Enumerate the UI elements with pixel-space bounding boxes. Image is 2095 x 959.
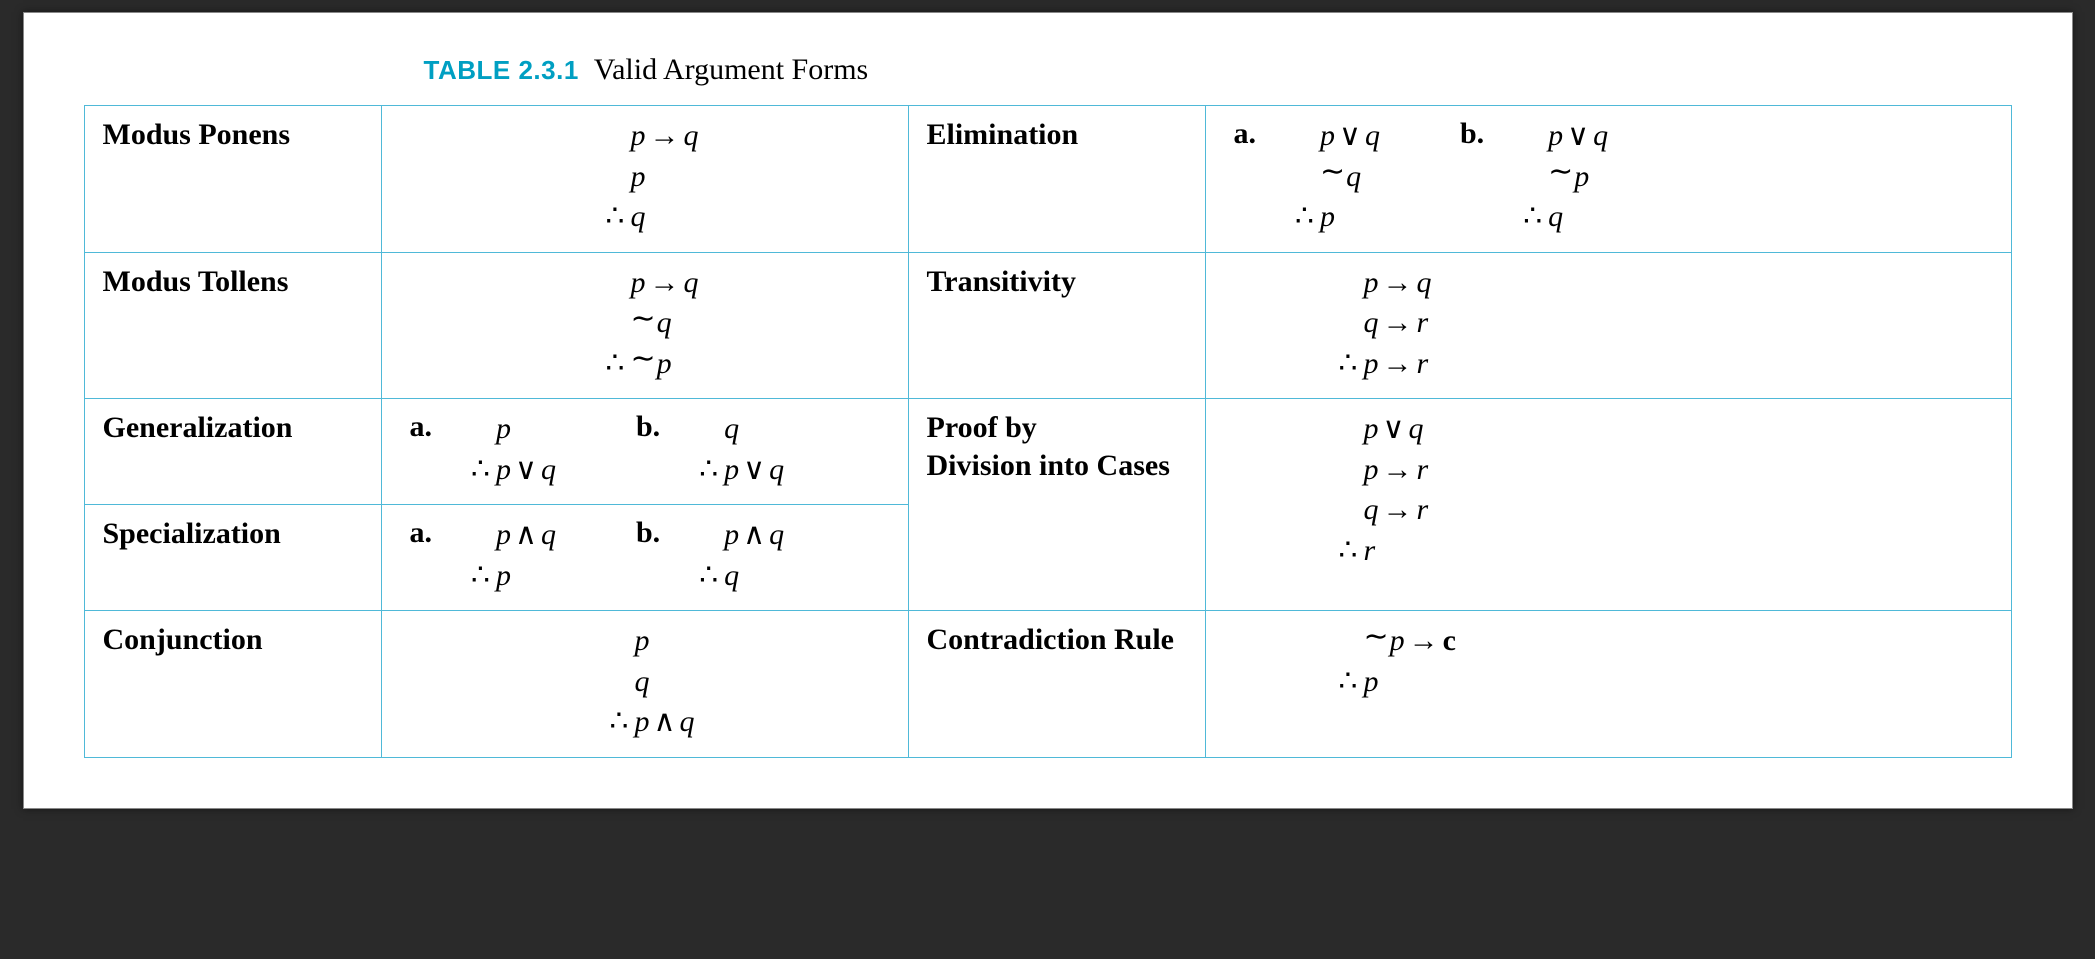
table-row: Conjunction p q ∴p∧q Contradiction Rule … [84, 611, 2011, 758]
table-row: Modus Tollens p→q ∼q ∴∼p Transitivity p→… [84, 252, 2011, 399]
table-title: Valid Argument Forms [594, 53, 868, 86]
rule-form-division: p∨q p→r q→r ∴r [1205, 399, 2011, 611]
rule-form-modus-tollens: p→q ∼q ∴∼p [381, 252, 908, 399]
sublabel-b: b. [636, 515, 660, 551]
page: TABLE 2.3.1 Valid Argument Forms Modus P… [23, 12, 2073, 809]
rule-name-elimination: Elimination [908, 106, 1205, 253]
sublabel-a: a. [410, 409, 433, 445]
sublabel-a: a. [410, 515, 433, 551]
sublabel-b: b. [1460, 116, 1484, 152]
rule-form-transitivity: p→q q→r ∴p→r [1205, 252, 2011, 399]
table-row: Modus Ponens p→q p ∴q Elimination a. p [84, 106, 2011, 253]
rule-form-elimination: a. p∨q ∼q ∴p b. p∨q ∼p ∴q [1205, 106, 2011, 253]
rule-form-contradiction: ∼p→c ∴p [1205, 611, 2011, 758]
rule-name-transitivity: Transitivity [908, 252, 1205, 399]
argument-forms-table: Modus Ponens p→q p ∴q Elimination a. p [84, 105, 2012, 758]
sublabel-b: b. [636, 409, 660, 445]
rule-form-modus-ponens: p→q p ∴q [381, 106, 908, 253]
table-caption: TABLE 2.3.1 Valid Argument Forms [424, 53, 2012, 87]
rule-name-contradiction: Contradiction Rule [908, 611, 1205, 758]
sublabel-a: a. [1234, 116, 1257, 152]
rule-name-division: Proof byDivision into Cases [908, 399, 1205, 611]
rule-name-generalization: Generalization [84, 399, 381, 505]
rule-name-modus-ponens: Modus Ponens [84, 106, 381, 253]
rule-form-generalization: a. p ∴p∨q b. q ∴p∨q [381, 399, 908, 505]
rule-form-conjunction: p q ∴p∧q [381, 611, 908, 758]
rule-name-specialization: Specialization [84, 505, 381, 611]
rule-name-conjunction: Conjunction [84, 611, 381, 758]
table-row: Generalization a. p ∴p∨q b. q ∴p [84, 399, 2011, 505]
rule-form-specialization: a. p∧q ∴p b. p∧q ∴q [381, 505, 908, 611]
table-number: TABLE 2.3.1 [424, 55, 579, 85]
rule-name-modus-tollens: Modus Tollens [84, 252, 381, 399]
